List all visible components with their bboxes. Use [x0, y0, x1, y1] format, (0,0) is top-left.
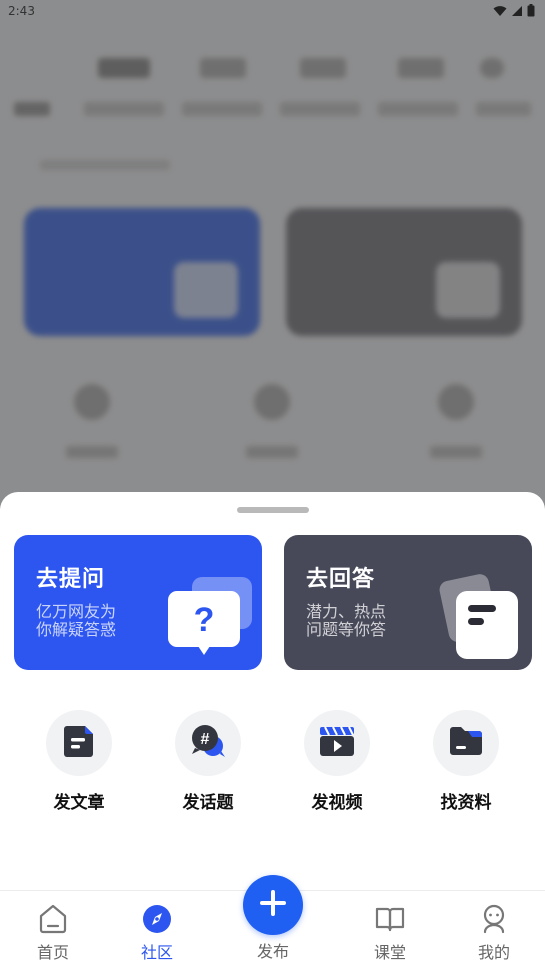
tab-classroom[interactable]: 课堂: [345, 891, 435, 969]
home-icon: [37, 903, 69, 935]
wifi-icon: [493, 5, 507, 17]
signal-icon: [511, 5, 523, 17]
profile-icon: [478, 903, 510, 935]
publish-article-label: 发文章: [53, 793, 105, 813]
publish-video-label: 发视频: [311, 793, 363, 813]
compass-icon: [141, 903, 173, 935]
status-bar: 2:43: [0, 0, 545, 24]
plus-icon: [259, 889, 287, 921]
svg-text:#: #: [201, 731, 210, 748]
article-icon: [63, 724, 95, 762]
ask-card-subtitle: 亿万网友为 你解疑答惑: [36, 602, 117, 639]
tab-publish-label: 发布: [256, 942, 289, 961]
answer-card-title: 去回答: [306, 567, 376, 592]
find-materials-label: 找资料: [440, 793, 492, 813]
tab-classroom-label: 课堂: [373, 943, 406, 962]
answer-card-subtitle: 潜力、热点 问题等你答: [306, 602, 387, 639]
tab-profile[interactable]: 我的: [449, 891, 539, 969]
status-time: 2:43: [8, 4, 35, 18]
publish-actions: 发文章 # 发话题 发视频 找资料: [0, 710, 545, 820]
answer-note-icon: [434, 569, 530, 661]
tab-home[interactable]: 首页: [8, 891, 98, 969]
video-clapper-icon: [319, 725, 355, 761]
find-materials-button[interactable]: 找资料: [421, 710, 511, 814]
publish-bottom-sheet: 去提问 亿万网友为 你解疑答惑 ? 去回答 潜力、热点 问题等你答 发文章 # …: [0, 492, 545, 890]
ask-card-title: 去提问: [36, 567, 106, 592]
svg-text:?: ?: [194, 601, 215, 639]
topic-hashtag-icon: #: [190, 724, 226, 762]
book-icon: [374, 903, 406, 935]
tab-home-label: 首页: [36, 943, 69, 962]
ask-question-card[interactable]: 去提问 亿万网友为 你解疑答惑 ?: [14, 535, 262, 670]
tab-community[interactable]: 社区: [112, 891, 202, 969]
publish-topic-label: 发话题: [182, 793, 234, 813]
battery-icon: [527, 4, 535, 17]
folder-icon: [448, 726, 484, 760]
publish-video-button[interactable]: 发视频: [292, 710, 382, 814]
question-bubble-icon: ?: [164, 573, 260, 657]
answer-question-card[interactable]: 去回答 潜力、热点 问题等你答: [284, 535, 532, 670]
tab-community-label: 社区: [140, 943, 173, 962]
sheet-drag-handle[interactable]: [237, 507, 309, 513]
tab-profile-label: 我的: [477, 943, 510, 962]
publish-topic-button[interactable]: # 发话题: [163, 710, 253, 814]
publish-article-button[interactable]: 发文章: [34, 710, 124, 814]
publish-button[interactable]: [243, 875, 303, 935]
